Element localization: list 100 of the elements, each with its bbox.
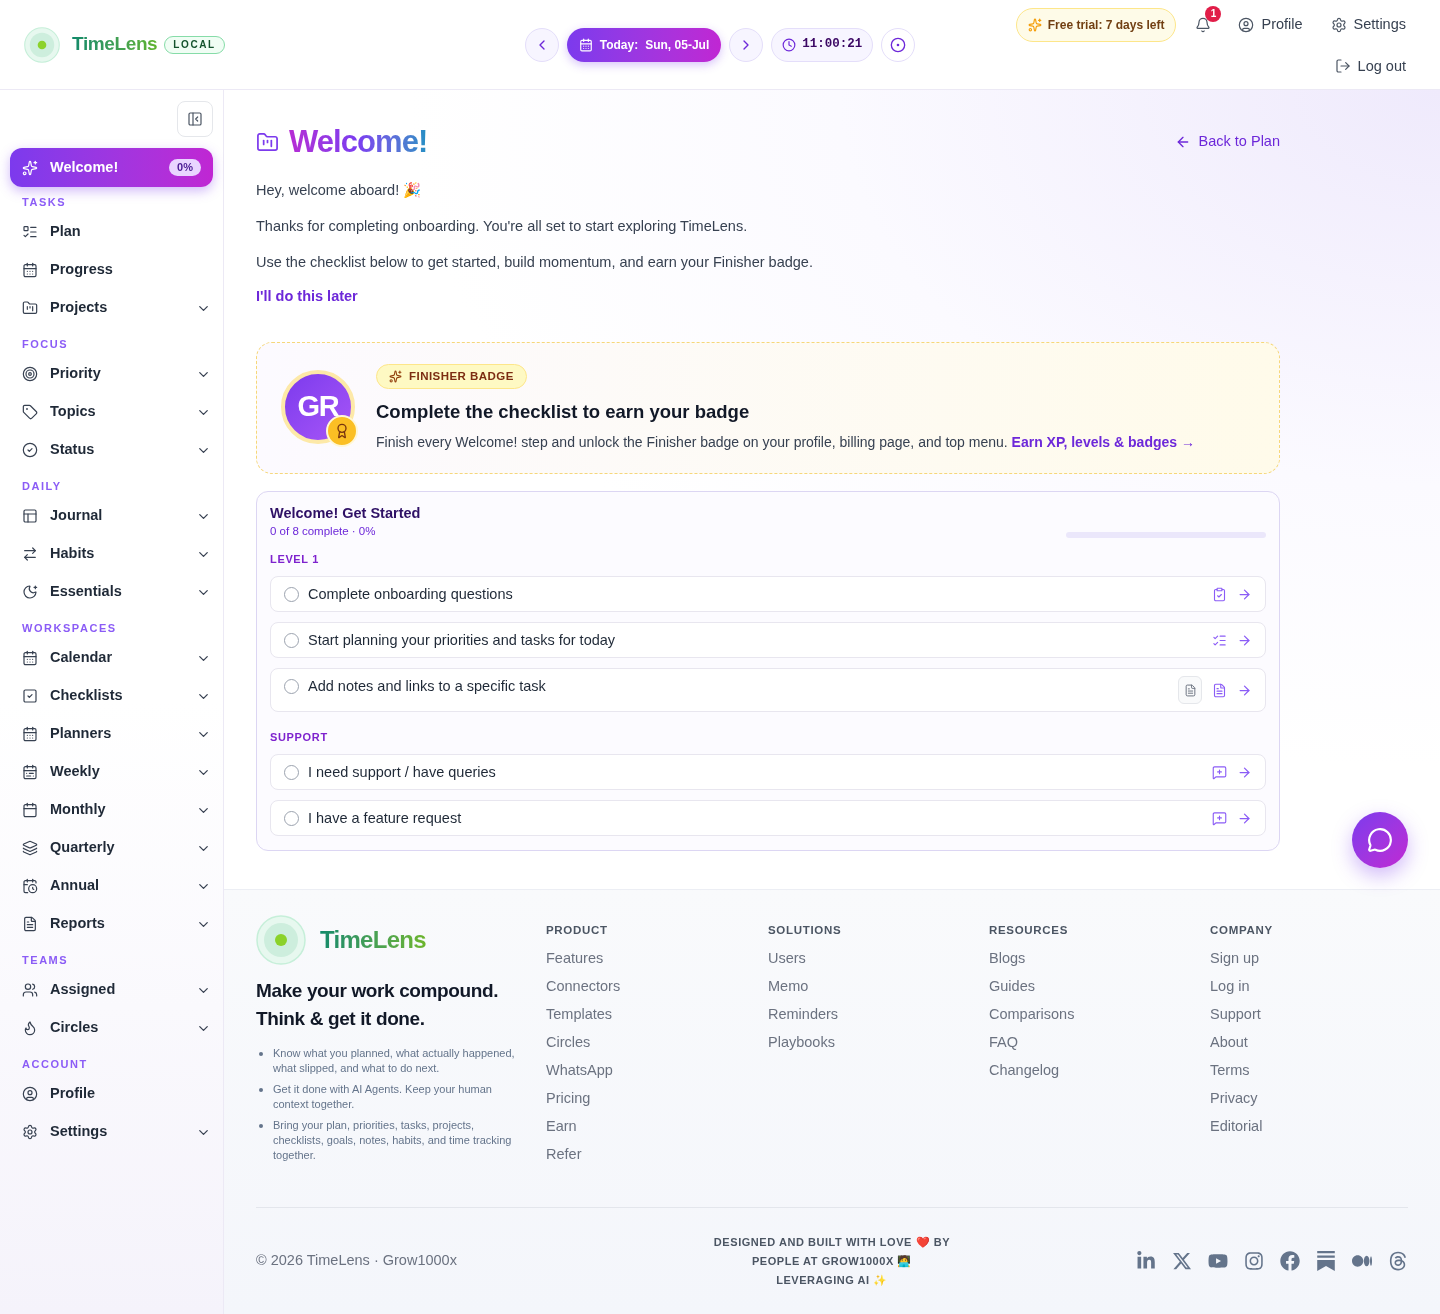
sidebar-item[interactable]: Weekly bbox=[10, 753, 213, 791]
sidebar-item[interactable]: Priority bbox=[10, 355, 213, 393]
footer-link[interactable]: Comparisons bbox=[989, 1004, 1075, 1024]
logout-link[interactable]: Log out bbox=[1334, 56, 1406, 76]
sidebar-item[interactable]: Calendar bbox=[10, 639, 213, 677]
later-link[interactable]: I'll do this later bbox=[256, 286, 358, 306]
badge-tag: FINISHER BADGE bbox=[376, 364, 527, 389]
progress-badge: 0% bbox=[169, 159, 201, 176]
footer-link[interactable]: Memo bbox=[768, 976, 809, 996]
sidebar-item[interactable]: Welcome! 0% bbox=[10, 148, 213, 187]
collapse-sidebar-button[interactable] bbox=[177, 101, 213, 137]
calendar-icon bbox=[22, 802, 38, 818]
footer-link[interactable]: Templates bbox=[546, 1004, 613, 1024]
footer-link[interactable]: Guides bbox=[989, 976, 1035, 996]
sidebar-item[interactable]: Circles bbox=[10, 1009, 213, 1047]
sidebar-item[interactable]: Essentials bbox=[10, 573, 213, 611]
sidebar-item[interactable]: Topics bbox=[10, 393, 213, 431]
date-button[interactable]: Today: Sun, 05-Jul bbox=[566, 27, 722, 62]
linkedin-icon[interactable] bbox=[1136, 1251, 1156, 1271]
sidebar-item[interactable]: Progress bbox=[10, 251, 213, 289]
trial-badge[interactable]: Free trial: 7 days left bbox=[1015, 8, 1177, 42]
footer-link[interactable]: Sign up bbox=[1210, 948, 1260, 968]
checklist-item-label: I need support / have queries bbox=[308, 763, 496, 782]
footer-link[interactable]: Blogs bbox=[989, 948, 1026, 968]
footer-link[interactable]: Connectors bbox=[546, 976, 621, 996]
sidebar-item[interactable]: Habits bbox=[10, 535, 213, 573]
footer-link[interactable]: Support bbox=[1210, 1004, 1261, 1024]
check-circle-icon bbox=[22, 442, 38, 458]
sparkles-icon bbox=[389, 370, 402, 383]
sidebar-item[interactable]: Assigned bbox=[10, 971, 213, 1009]
radio-button[interactable] bbox=[284, 586, 299, 602]
youtube-icon[interactable] bbox=[1208, 1251, 1228, 1271]
section-label: TASKS bbox=[21, 195, 68, 210]
sidebar-item[interactable]: Projects bbox=[10, 289, 213, 327]
sidebar-item[interactable]: Monthly bbox=[10, 791, 213, 829]
facebook-icon[interactable] bbox=[1280, 1251, 1300, 1271]
radio-button[interactable] bbox=[284, 810, 299, 826]
bullet-icon bbox=[259, 1088, 263, 1092]
sidebar-item[interactable]: Journal bbox=[10, 497, 213, 535]
checklist-summary: 0 of 8 complete · 0% bbox=[270, 524, 377, 539]
footer-link[interactable]: Terms bbox=[1210, 1060, 1250, 1080]
footer-bullet-text: Know what you planned, what actually happened, what slipped, and what to do next. bbox=[273, 1046, 516, 1076]
footer-link[interactable]: Reminders bbox=[768, 1004, 839, 1024]
group-label: LEVEL 1 bbox=[270, 552, 321, 567]
header-link[interactable]: Profile bbox=[1238, 14, 1303, 36]
footer-link[interactable]: Earn bbox=[546, 1116, 577, 1136]
checklist-item[interactable]: Complete onboarding questions bbox=[270, 576, 1266, 612]
chat-bubble-icon bbox=[1367, 827, 1393, 853]
footer-link[interactable]: Privacy bbox=[1210, 1088, 1258, 1108]
footer-link[interactable]: Users bbox=[768, 948, 806, 968]
footer-link[interactable]: Pricing bbox=[546, 1088, 591, 1108]
footer-link[interactable]: Refer bbox=[546, 1144, 582, 1164]
logout-icon bbox=[1334, 58, 1351, 74]
sidebar-item[interactable]: Profile bbox=[10, 1075, 213, 1113]
footer-link[interactable]: Features bbox=[546, 948, 604, 968]
timer-button[interactable] bbox=[881, 27, 916, 62]
radio-button[interactable] bbox=[284, 632, 299, 648]
sidebar-item[interactable]: Settings bbox=[10, 1113, 213, 1151]
checklist-item[interactable]: Add notes and links to a specific task bbox=[270, 668, 1266, 712]
header-link[interactable]: Settings bbox=[1330, 14, 1406, 36]
substack-icon[interactable] bbox=[1316, 1251, 1336, 1271]
sidebar-item[interactable]: Plan bbox=[10, 213, 213, 251]
checklist-item[interactable]: I have a feature request bbox=[270, 800, 1266, 836]
back-link[interactable]: Back to Plan bbox=[1174, 131, 1280, 153]
footer-link[interactable]: Log in bbox=[1210, 976, 1250, 996]
intro-text: Use the checklist below to get started, build momentum, and earn your Finisher badge. bbox=[256, 253, 814, 272]
earn-xp-link[interactable]: Earn XP, levels & badges → bbox=[1011, 434, 1195, 450]
clock-time: 11:00:21 bbox=[802, 36, 863, 54]
copyright: © 2026 TimeLens · Grow1000x bbox=[256, 1251, 457, 1271]
footer-link[interactable]: WhatsApp bbox=[546, 1060, 613, 1080]
sidebar-item[interactable]: Annual bbox=[10, 867, 213, 905]
radio-button[interactable] bbox=[284, 764, 299, 780]
footer-link[interactable]: Playbooks bbox=[768, 1032, 835, 1052]
footer-link[interactable]: Editorial bbox=[1210, 1116, 1263, 1136]
radio-button[interactable] bbox=[284, 678, 299, 694]
instagram-icon[interactable] bbox=[1244, 1251, 1264, 1271]
moon-icon bbox=[22, 584, 38, 600]
threads-icon[interactable] bbox=[1388, 1251, 1408, 1271]
checklist-item[interactable]: Start planning your priorities and tasks for today bbox=[270, 622, 1266, 658]
footer-link[interactable]: Changelog bbox=[989, 1060, 1060, 1080]
sidebar-item[interactable]: Status bbox=[10, 431, 213, 469]
badge-heading: Complete the checklist to earn your badge bbox=[376, 400, 750, 424]
checklist-item[interactable]: I need support / have queries bbox=[270, 754, 1266, 790]
sidebar-item[interactable]: Planners bbox=[10, 715, 213, 753]
x-icon[interactable] bbox=[1172, 1251, 1192, 1271]
sparkles-icon bbox=[22, 159, 38, 176]
logo-icon bbox=[24, 26, 60, 63]
user-circle-icon bbox=[22, 1086, 38, 1102]
sidebar-item[interactable]: Reports bbox=[10, 905, 213, 943]
checklist-item-label: Start planning your priorities and tasks for today bbox=[308, 631, 616, 650]
checklist-item-label: Add notes and links to a specific task bbox=[308, 677, 546, 696]
footer-link[interactable]: About bbox=[1210, 1032, 1248, 1052]
sidebar-item[interactable]: Checklists bbox=[10, 677, 213, 715]
section-label: ACCOUNT bbox=[21, 1057, 89, 1072]
footer-link[interactable]: FAQ bbox=[989, 1032, 1018, 1052]
sidebar-item[interactable]: Quarterly bbox=[10, 829, 213, 867]
footer-link[interactable]: Circles bbox=[546, 1032, 591, 1052]
folder-icon bbox=[256, 130, 279, 154]
notification-count: 1 bbox=[1205, 6, 1222, 22]
footer-bullet-text: Bring your plan, priorities, tasks, projects, checklists, goals, notes, habits, and time tracking together. bbox=[273, 1118, 513, 1163]
